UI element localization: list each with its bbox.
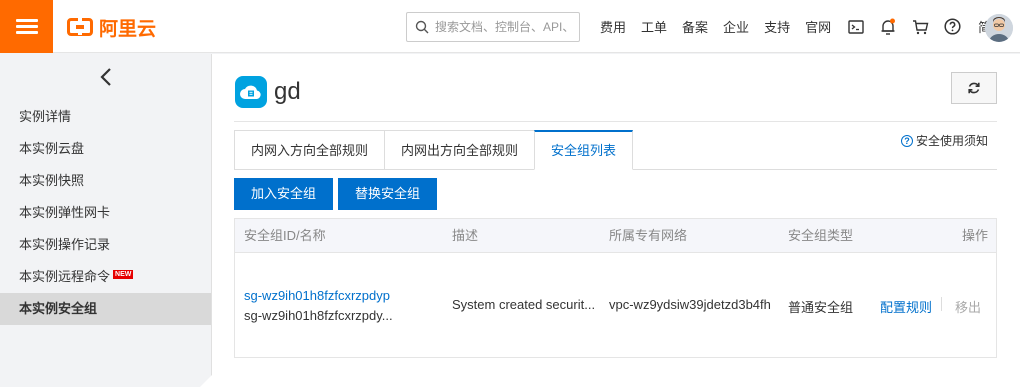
nav-enterprise[interactable]: 企业: [723, 17, 749, 36]
nav-icp[interactable]: 备案: [682, 17, 708, 36]
sidebar-item-security-groups[interactable]: 本实例安全组: [0, 293, 211, 325]
tab-outbound-rules[interactable]: 内网出方向全部规则: [384, 130, 535, 170]
hamburger-icon: [15, 18, 38, 35]
page-title: gd: [274, 78, 301, 105]
security-group-id-link[interactable]: sg-wz9ih01h8fzfcxrzpdyp: [244, 288, 390, 303]
top-bar: 阿里云 费用 工单 备案 企业 支持 官网 简体: [0, 0, 1020, 53]
search-input[interactable]: [435, 20, 575, 34]
brand-name: 阿里云: [99, 18, 157, 40]
chevron-left-icon: [100, 68, 111, 86]
security-notice-label: 安全使用须知: [916, 134, 989, 148]
security-group-description: System created securit...: [452, 297, 596, 312]
top-nav: 费用 工单 备案 企业 支持 官网 简体: [600, 0, 1018, 53]
sidebar-item-operation-log[interactable]: 本实例操作记录: [0, 229, 211, 261]
help-icon[interactable]: [942, 17, 962, 37]
sidebar-item-eni[interactable]: 本实例弹性网卡: [0, 197, 211, 229]
sidebar-item-label: 本实例云盘: [19, 141, 85, 156]
sidebar-item-label: 本实例弹性网卡: [19, 205, 111, 220]
tabs: 内网入方向全部规则 内网出方向全部规则 安全组列表: [234, 130, 634, 170]
security-notice-link[interactable]: ? 安全使用须知: [901, 132, 988, 149]
nav-tickets[interactable]: 工单: [641, 17, 667, 36]
nav-billing[interactable]: 费用: [600, 17, 626, 36]
sidebar-menu: 实例详情 本实例云盘 本实例快照 本实例弹性网卡 本实例操作记录 本实例远程命令…: [0, 101, 211, 325]
search-box[interactable]: [406, 12, 580, 42]
tab-security-group-list[interactable]: 安全组列表: [534, 130, 634, 170]
sidebar-item-instance-details[interactable]: 实例详情: [0, 101, 211, 133]
sidebar-fold-corner: [200, 375, 212, 387]
replace-security-group-button[interactable]: 替换安全组: [338, 178, 438, 210]
security-group-table: 安全组ID/名称 描述 所属专有网络 安全组类型 操作 sg-wz9ih01h8…: [234, 218, 997, 358]
add-security-group-button[interactable]: 加入安全组: [234, 178, 334, 210]
main-content: gd 内网入方向全部规则 内网出方向全部规则 安全组列表 ? 安全使用须知 加入…: [212, 54, 1020, 387]
sidebar-item-label: 实例详情: [19, 109, 72, 124]
question-circle-icon: ?: [901, 134, 913, 147]
menu-button[interactable]: [0, 0, 53, 53]
security-group-name: sg-wz9ih01h8fzfcxrzpdy...: [244, 308, 393, 323]
column-header-vpc: 所属专有网络: [609, 228, 688, 243]
action-separator: [941, 297, 942, 311]
sidebar-item-disks[interactable]: 本实例云盘: [0, 133, 211, 165]
new-badge: NEW: [113, 270, 134, 279]
security-group-vpc: vpc-wz9ydsiw39jdetzd3b4fh: [609, 297, 771, 312]
table-row: sg-wz9ih01h8fzfcxrzpdyp sg-wz9ih01h8fzfc…: [235, 253, 996, 357]
search-icon: [415, 20, 429, 34]
terminal-icon[interactable]: [846, 17, 866, 37]
sidebar-item-label: 本实例远程命令: [19, 269, 111, 284]
column-header-description: 描述: [452, 228, 479, 243]
configure-rules-link[interactable]: 配置规则: [880, 297, 932, 316]
tab-inbound-rules[interactable]: 内网入方向全部规则: [234, 130, 385, 170]
sidebar-item-label: 本实例快照: [19, 173, 85, 188]
table-header: 安全组ID/名称 描述 所属专有网络 安全组类型 操作: [235, 219, 996, 253]
sidebar-item-label: 本实例安全组: [19, 301, 98, 316]
user-avatar[interactable]: [985, 14, 1013, 42]
instance-cloud-icon: [235, 76, 267, 108]
nav-website[interactable]: 官网: [805, 17, 831, 36]
brand-logo[interactable]: 阿里云: [67, 16, 157, 40]
sidebar-item-label: 本实例操作记录: [19, 237, 111, 252]
nav-support[interactable]: 支持: [764, 17, 790, 36]
column-header-type: 安全组类型: [788, 228, 854, 243]
sidebar: 实例详情 本实例云盘 本实例快照 本实例弹性网卡 本实例操作记录 本实例远程命令…: [0, 54, 212, 387]
sidebar-item-remote-commands[interactable]: 本实例远程命令 NEW: [0, 261, 211, 293]
refresh-button[interactable]: [951, 72, 997, 104]
aliyun-logo-icon: [67, 17, 93, 36]
remove-link[interactable]: 移出: [955, 297, 981, 316]
sidebar-item-snapshots[interactable]: 本实例快照: [0, 165, 211, 197]
refresh-icon: [968, 82, 980, 94]
column-header-id: 安全组ID/名称: [244, 228, 326, 243]
security-group-type: 普通安全组: [788, 300, 854, 315]
bell-icon[interactable]: [878, 17, 898, 37]
cart-icon[interactable]: [910, 17, 930, 37]
sidebar-collapse-button[interactable]: [0, 54, 212, 100]
column-header-actions: 操作: [961, 228, 988, 243]
title-divider: [234, 121, 997, 122]
